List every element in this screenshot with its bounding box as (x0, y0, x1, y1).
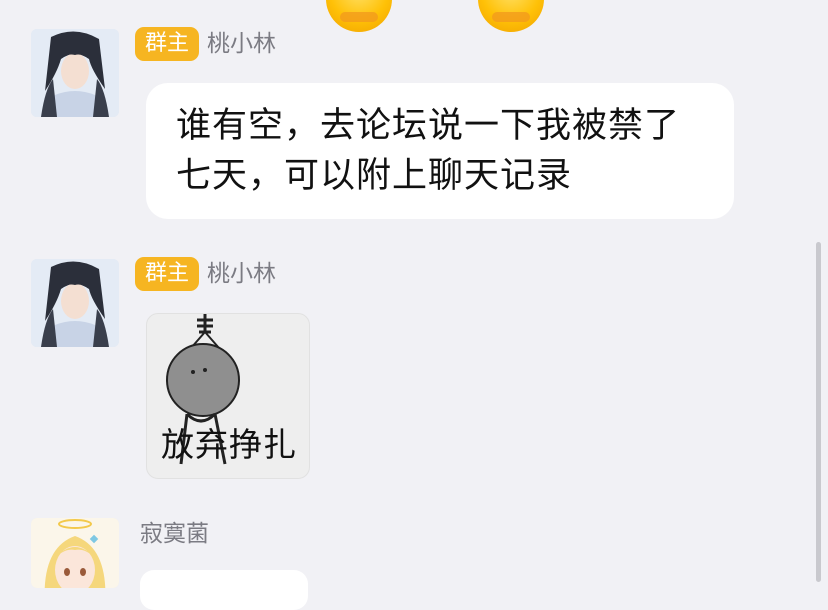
message-bubble[interactable]: 谁有空，去论坛说一下我被禁了 七天，可以附上聊天记录 (146, 83, 734, 219)
avatar[interactable] (31, 259, 119, 347)
sender-name[interactable]: 寂寞菌 (140, 517, 209, 551)
sender-name[interactable]: 桃小林 (207, 27, 276, 61)
message-line: 七天，可以附上聊天记录 (176, 156, 573, 196)
emoji-icon (326, 0, 392, 32)
message-bubble[interactable] (140, 570, 308, 610)
message-text: 谁有空，去论坛说一下我被禁了 七天，可以附上聊天记录 (176, 101, 680, 201)
owner-badge: 群主 (135, 27, 200, 61)
avatar[interactable] (31, 29, 119, 117)
owner-badge: 群主 (135, 257, 200, 291)
sticker-message[interactable]: 放弃挣扎 (146, 313, 310, 479)
message-line: 谁有空，去论坛说一下我被禁了 (176, 106, 681, 146)
sticker-caption: 放弃挣扎 (161, 425, 297, 464)
sender-name[interactable]: 桃小林 (207, 257, 276, 291)
avatar-image (31, 29, 119, 117)
emoji-icon (478, 0, 544, 32)
scrollbar[interactable] (816, 242, 821, 582)
avatar-image (31, 259, 119, 347)
